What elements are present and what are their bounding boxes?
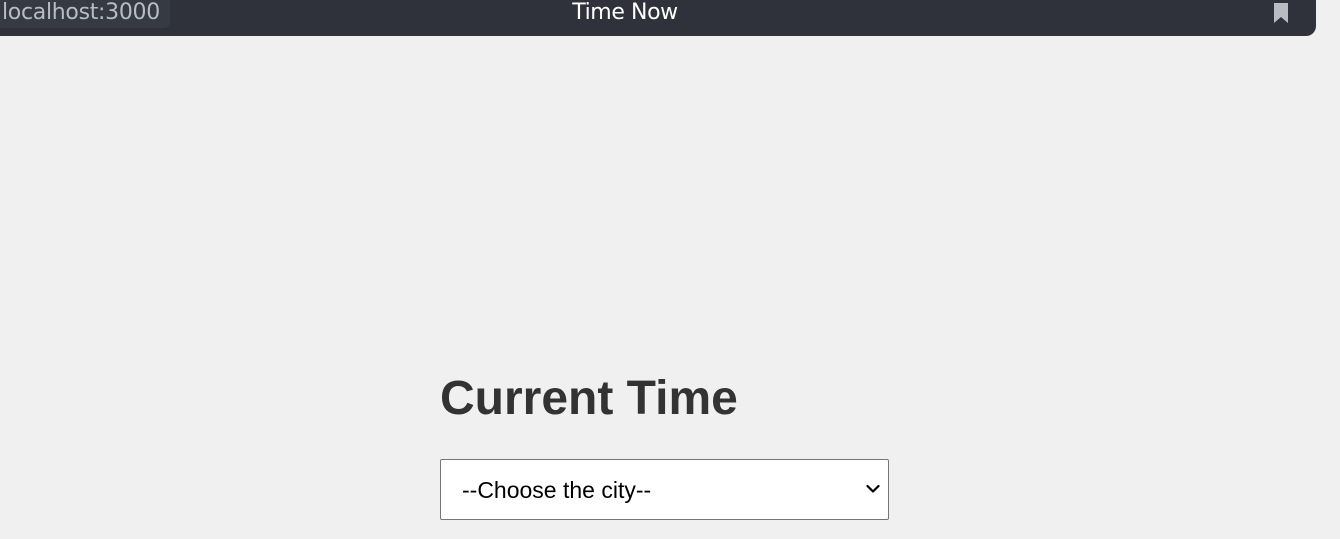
page-title: Current Time xyxy=(440,372,738,425)
chevron-down-icon xyxy=(866,484,880,493)
browser-toolbar: localhost:3000 Time Now xyxy=(0,0,1340,42)
main-content: Current Time --Choose the city-- xyxy=(440,370,889,520)
bookmark-icon[interactable] xyxy=(1272,2,1290,24)
browser-toolbar-background: localhost:3000 Time Now xyxy=(0,0,1316,36)
city-select[interactable]: --Choose the city-- xyxy=(440,459,889,520)
tab-title: Time Now xyxy=(572,0,678,25)
city-select-value: --Choose the city-- xyxy=(462,477,652,503)
